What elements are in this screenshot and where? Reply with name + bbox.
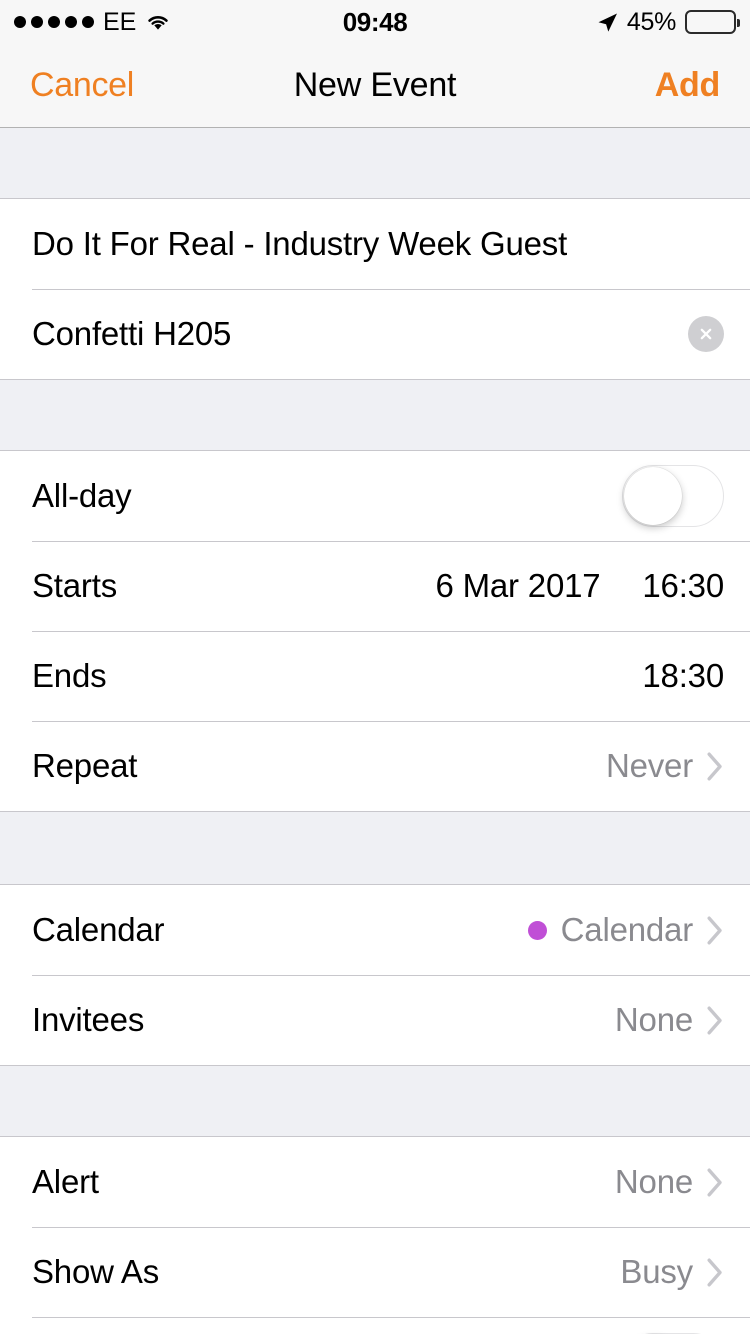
ends-label: Ends (32, 657, 107, 694)
chevron-right-icon (707, 752, 724, 781)
clear-icon[interactable] (688, 316, 724, 352)
calendar-row[interactable]: Calendar Calendar (0, 885, 750, 975)
calendar-color-dot-icon (527, 920, 547, 940)
location-field-row[interactable]: Confetti H205 (0, 289, 750, 379)
wifi-icon (145, 12, 171, 32)
section-gap-top (0, 128, 750, 199)
invitees-label: Invitees (32, 1001, 145, 1038)
starts-row[interactable]: Starts 6 Mar 2017 16:30 (0, 541, 750, 631)
title-field-row[interactable]: Do It For Real - Industry Week Guest (0, 199, 750, 289)
repeat-label: Repeat (32, 747, 138, 784)
ends-time-value: 18:30 (642, 657, 724, 694)
repeat-value: Never (605, 747, 693, 784)
section-gap-1 (0, 380, 750, 451)
starts-date-value: 6 Mar 2017 (435, 567, 601, 604)
section-options: Alert None Show As Busy (0, 1137, 750, 1334)
section-calendar: Calendar Calendar Invitees None (0, 885, 750, 1066)
all-day-row[interactable]: All-day (0, 451, 750, 541)
alert-value: None (614, 1163, 693, 1200)
section-gap-2 (0, 812, 750, 885)
status-bar-left: EE (14, 7, 171, 36)
chevron-right-icon (707, 1258, 724, 1287)
status-bar-clock: 09:48 (342, 6, 408, 37)
add-button[interactable]: Add (655, 66, 721, 105)
invitees-row[interactable]: Invitees None (0, 975, 750, 1065)
show-as-row[interactable]: Show As Busy (0, 1227, 750, 1317)
alert-label: Alert (32, 1163, 99, 1200)
calendar-label: Calendar (32, 911, 165, 948)
battery-icon (685, 10, 740, 34)
all-day-label: All-day (32, 477, 132, 514)
calendar-value: Calendar (560, 911, 694, 948)
show-as-label: Show As (32, 1253, 160, 1290)
section-gap-3 (0, 1066, 750, 1137)
cancel-button[interactable]: Cancel (30, 66, 134, 105)
section-datetime: All-day Starts 6 Mar 2017 16:30 Ends 18:… (0, 451, 750, 812)
form-list: Do It For Real - Industry Week Guest Con… (0, 128, 750, 1334)
all-day-toggle[interactable] (622, 465, 724, 527)
invitees-value: None (614, 1001, 693, 1038)
private-row[interactable]: Private (0, 1317, 750, 1334)
title-input[interactable]: Do It For Real - Industry Week Guest (32, 225, 567, 263)
section-title-location: Do It For Real - Industry Week Guest Con… (0, 199, 750, 380)
chevron-right-icon (707, 1168, 724, 1197)
chevron-right-icon (707, 1006, 724, 1035)
repeat-row[interactable]: Repeat Never (0, 721, 750, 811)
status-bar: EE 09:48 45% (0, 0, 750, 44)
navigation-bar: Cancel New Event Add (0, 44, 750, 128)
cellular-signal-icon (14, 16, 94, 28)
starts-label: Starts (32, 567, 117, 604)
show-as-value: Busy (620, 1253, 693, 1290)
status-bar-right: 45% (597, 7, 740, 37)
carrier-label: EE (103, 7, 137, 36)
starts-time-value: 16:30 (642, 567, 724, 604)
location-input[interactable]: Confetti H205 (32, 315, 231, 353)
alert-row[interactable]: Alert None (0, 1137, 750, 1227)
chevron-right-icon (707, 916, 724, 945)
location-arrow-icon (597, 12, 618, 33)
battery-percentage: 45% (626, 7, 676, 36)
ends-row[interactable]: Ends 18:30 (0, 631, 750, 721)
new-event-screen: EE 09:48 45% Cancel New Event Add Do It … (0, 0, 750, 1334)
